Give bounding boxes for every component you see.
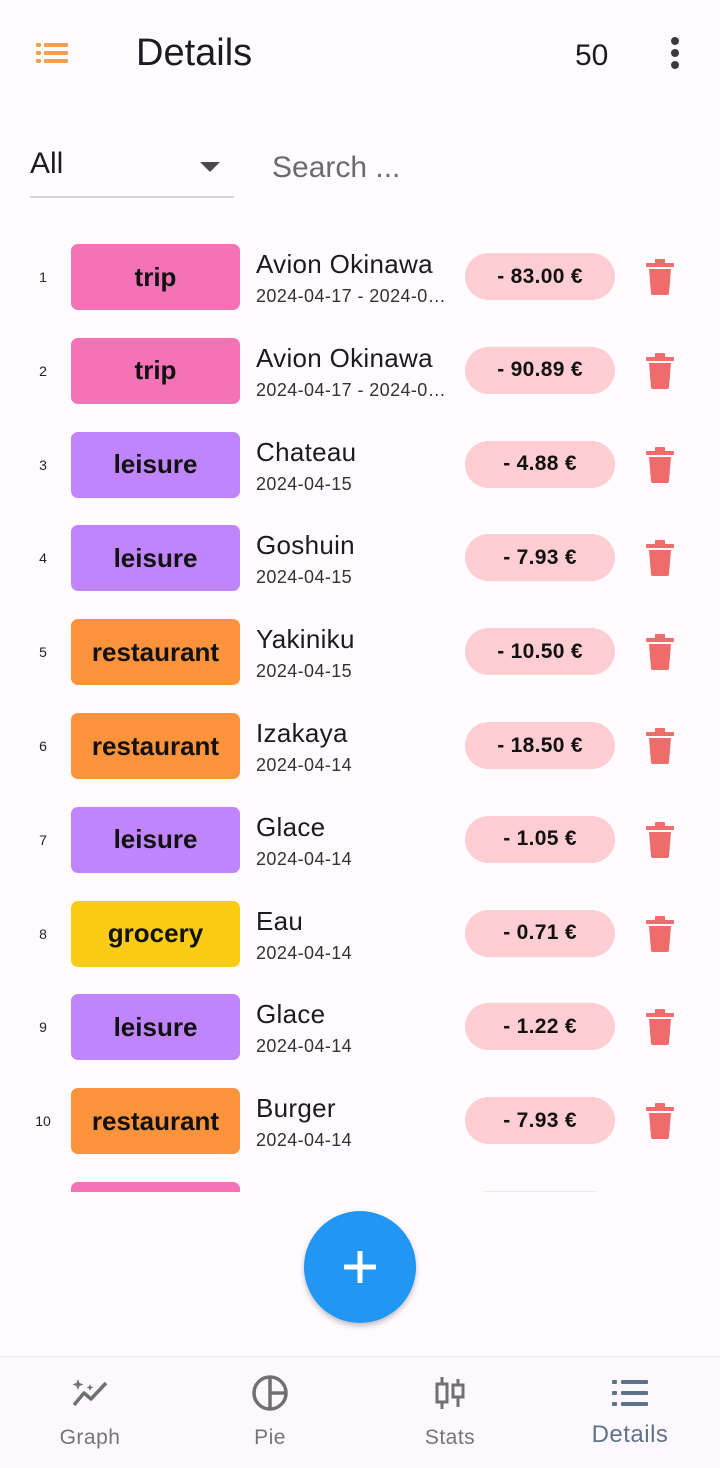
amount-badge[interactable]: - 90.89 € xyxy=(465,346,615,394)
amount-badge[interactable]: - 7.93 € xyxy=(465,1097,615,1145)
row-index: 8 xyxy=(39,925,47,942)
row-index: 2 xyxy=(39,362,47,379)
row-index: 4 xyxy=(39,550,47,567)
expense-name: Yakiniku xyxy=(256,624,355,655)
row-index: 9 xyxy=(39,1019,47,1036)
delete-icon[interactable] xyxy=(644,1009,676,1046)
plus-icon xyxy=(344,1251,376,1283)
row-index: 7 xyxy=(39,831,47,848)
delete-icon[interactable] xyxy=(644,446,676,483)
expense-date: 2024-04-17 - 2024-04-24 xyxy=(256,379,446,400)
more-vert-icon[interactable] xyxy=(660,34,690,74)
amount-badge[interactable]: - 0.71 € xyxy=(465,909,615,957)
amount-badge[interactable]: - 83.00 € xyxy=(465,253,615,300)
expense-date: 2024-04-14 xyxy=(256,942,353,963)
category-filter-dropdown[interactable]: All xyxy=(30,140,234,198)
list-item[interactable]: 4 leisure Goshuin 2024-04-15 - 7.93 € xyxy=(0,511,720,605)
nav-label: Graph xyxy=(59,1426,121,1449)
list-item[interactable]: 5 restaurant Yakiniku 2024-04-15 - 10.50 € xyxy=(0,605,720,699)
expense-name: Izakaya xyxy=(256,718,348,748)
entry-count: 50 xyxy=(575,39,609,72)
list-item[interactable]: 7 leisure Glace 2024-04-14 - 1.05 € xyxy=(0,793,720,887)
expense-name: Burger xyxy=(256,1093,336,1124)
category-tag[interactable]: restaurant xyxy=(71,619,240,686)
bottom-navigation: Graph Pie Stats Details xyxy=(0,1356,720,1468)
expense-list[interactable]: 1 trip Avion Okinawa 2024-04-17 - 2024-04-2… xyxy=(0,230,720,1192)
row-index: 1 xyxy=(39,269,47,285)
expense-date: 2024-04-15 xyxy=(256,661,353,682)
list-item[interactable]: 9 leisure Glace 2024-04-14 - 1.22 € xyxy=(0,980,720,1074)
expense-date: 2024-04-14 xyxy=(256,848,353,869)
category-filter-value: All xyxy=(30,147,64,180)
amount-badge[interactable]: - 7.93 € xyxy=(465,534,615,582)
category-tag[interactable]: leisure xyxy=(71,431,240,498)
expense-date: 2024-04-17 - 2024-04-24 xyxy=(256,286,446,306)
nav-label: Details xyxy=(591,1421,669,1448)
page-title: Details xyxy=(136,32,253,74)
amount-badge[interactable]: - 4.88 € xyxy=(465,440,615,488)
list-item[interactable]: 8 grocery Eau 2024-04-14 - 0.71 € xyxy=(0,887,720,981)
delete-icon[interactable] xyxy=(644,915,676,952)
expense-name: Glace xyxy=(256,811,326,842)
expense-date: 2024-04-14 xyxy=(256,1036,353,1057)
list-icon[interactable] xyxy=(30,36,74,70)
delete-icon[interactable] xyxy=(644,1103,676,1140)
delete-icon[interactable] xyxy=(644,259,676,295)
delete-icon[interactable] xyxy=(644,352,676,389)
list-item[interactable]: 10 restaurant Burger 2024-04-14 - 7.93 € xyxy=(0,1074,720,1168)
category-tag[interactable]: trip xyxy=(71,337,240,404)
expense-name: Glace xyxy=(256,999,326,1030)
app-bar: Details 50 xyxy=(0,0,720,108)
row-index: 5 xyxy=(39,644,47,661)
list-item-partial xyxy=(0,1168,720,1192)
amount-badge[interactable]: - 1.05 € xyxy=(465,815,615,863)
list-icon xyxy=(612,1380,648,1406)
list-item[interactable]: 2 trip Avion Okinawa 2024-04-17 - 2024-04-2… xyxy=(0,324,720,418)
expense-name: Chateau xyxy=(256,436,357,467)
delete-icon[interactable] xyxy=(644,728,676,764)
nav-item-graph[interactable]: Graph xyxy=(0,1357,180,1468)
expense-name: Avion Okinawa xyxy=(256,249,433,279)
candlestick-icon xyxy=(435,1377,465,1409)
list-item[interactable]: 3 leisure Chateau 2024-04-15 - 4.88 € xyxy=(0,418,720,512)
expense-date: 2024-04-15 xyxy=(256,473,353,494)
category-tag[interactable]: restaurant xyxy=(71,1088,240,1155)
amount-badge[interactable]: - 1.22 € xyxy=(465,1003,615,1051)
search-input[interactable] xyxy=(266,140,698,196)
pie-chart-icon xyxy=(252,1375,288,1411)
amount-badge[interactable]: - 10.50 € xyxy=(465,628,615,676)
expense-date: 2024-04-14 xyxy=(256,755,353,775)
nav-label: Pie xyxy=(254,1426,286,1449)
category-tag[interactable]: grocery xyxy=(71,900,240,967)
amount-badge[interactable]: - 18.50 € xyxy=(465,722,615,769)
list-item[interactable]: 1 trip Avion Okinawa 2024-04-17 - 2024-04-2… xyxy=(0,230,720,324)
nav-label: Stats xyxy=(424,1426,476,1449)
delete-icon[interactable] xyxy=(644,540,676,577)
list-item[interactable]: 6 restaurant Izakaya 2024-04-14 - 18.50 € xyxy=(0,699,720,793)
row-index: 3 xyxy=(39,456,47,473)
category-tag[interactable]: leisure xyxy=(71,525,240,592)
category-tag[interactable]: restaurant xyxy=(71,713,240,779)
category-tag[interactable]: leisure xyxy=(71,994,240,1061)
expense-name: Avion Okinawa xyxy=(256,342,433,373)
expense-date: 2024-04-14 xyxy=(256,1130,353,1151)
nav-item-details[interactable]: Details xyxy=(540,1357,720,1468)
expense-name: Eau xyxy=(256,905,304,936)
arrow-drop-down-icon xyxy=(200,162,220,172)
category-tag[interactable]: trip xyxy=(71,244,240,310)
category-tag[interactable]: leisure xyxy=(71,806,240,873)
delete-icon[interactable] xyxy=(644,634,676,671)
expense-name: Goshuin xyxy=(256,530,355,561)
category-tag xyxy=(71,1182,240,1192)
nav-item-pie[interactable]: Pie xyxy=(180,1357,360,1468)
nav-item-stats[interactable]: Stats xyxy=(360,1357,540,1468)
row-index: 10 xyxy=(35,1113,51,1130)
auto-graph-icon xyxy=(72,1379,108,1407)
expense-date: 2024-04-15 xyxy=(256,567,353,588)
add-expense-button[interactable] xyxy=(304,1211,416,1323)
row-index: 6 xyxy=(39,738,47,754)
delete-icon[interactable] xyxy=(644,821,676,858)
amount-badge xyxy=(465,1191,615,1192)
